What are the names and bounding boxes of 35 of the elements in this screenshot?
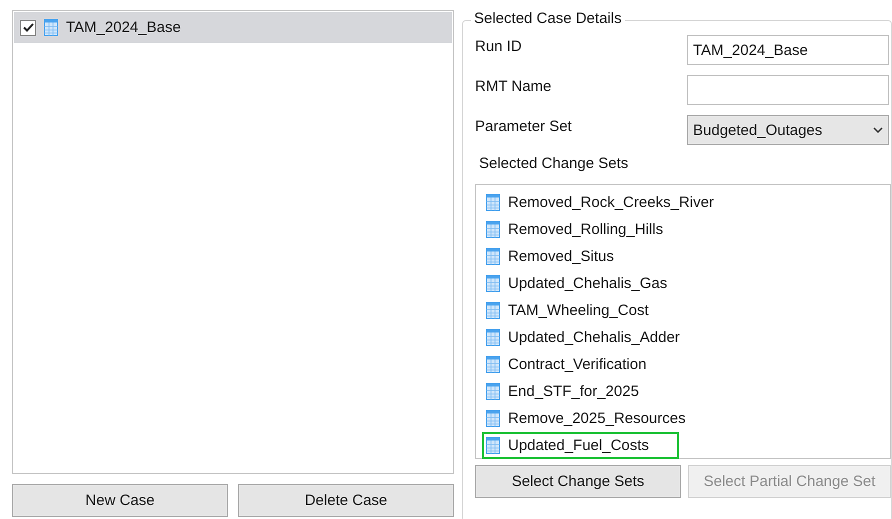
grid-icon (486, 383, 500, 400)
grid-icon (44, 19, 58, 36)
field-label: RMT Name (475, 78, 552, 94)
grid-icon (486, 221, 500, 238)
parameter-dropdown[interactable]: Budgeted_Outages (687, 115, 889, 145)
text-field[interactable]: TAM_2024_Base (687, 35, 889, 65)
change-set-item[interactable]: Updated_Chehalis_Gas (482, 270, 698, 297)
change-set-item[interactable]: TAM_Wheeling_Cost (482, 297, 679, 324)
change-set-item[interactable]: Updated_Chehalis_Adder (482, 324, 710, 351)
grid-icon (486, 410, 500, 427)
action-button[interactable]: Select Change Sets (475, 465, 681, 498)
grid-icon (486, 437, 500, 454)
text-field[interactable] (687, 75, 889, 105)
change-set-item[interactable]: Updated_Fuel_Costs (482, 432, 679, 459)
case-button[interactable]: New Case (12, 484, 228, 517)
grid-icon (486, 302, 500, 319)
grid-icon (486, 356, 500, 373)
case-item[interactable]: TAM_2024_Base (14, 12, 452, 43)
grid-icon (486, 275, 500, 292)
field-label: Parameter Set (475, 118, 573, 134)
change-set-item[interactable]: Removed_Situs (482, 243, 644, 270)
chevron-icon (873, 127, 883, 133)
change-set-item[interactable]: Removed_Rolling_Hills (482, 216, 694, 243)
grid-icon (486, 248, 500, 265)
change-set-item[interactable]: Contract_Verification (482, 351, 676, 378)
case-button[interactable]: Delete Case (238, 484, 454, 517)
checkbox[interactable] (20, 20, 36, 36)
field-label: Run ID (475, 38, 523, 54)
change-set-item[interactable]: End_STF_for_2025 (482, 378, 669, 405)
change-set-item[interactable]: Remove_2025_Resources (482, 405, 716, 432)
grid-icon (486, 329, 500, 346)
change-set-item[interactable]: Removed_Rock_Creeks_River (482, 189, 744, 216)
field-label: Selected Change Sets (479, 155, 630, 172)
grid-icon (486, 194, 500, 211)
check-icon (22, 23, 34, 32)
